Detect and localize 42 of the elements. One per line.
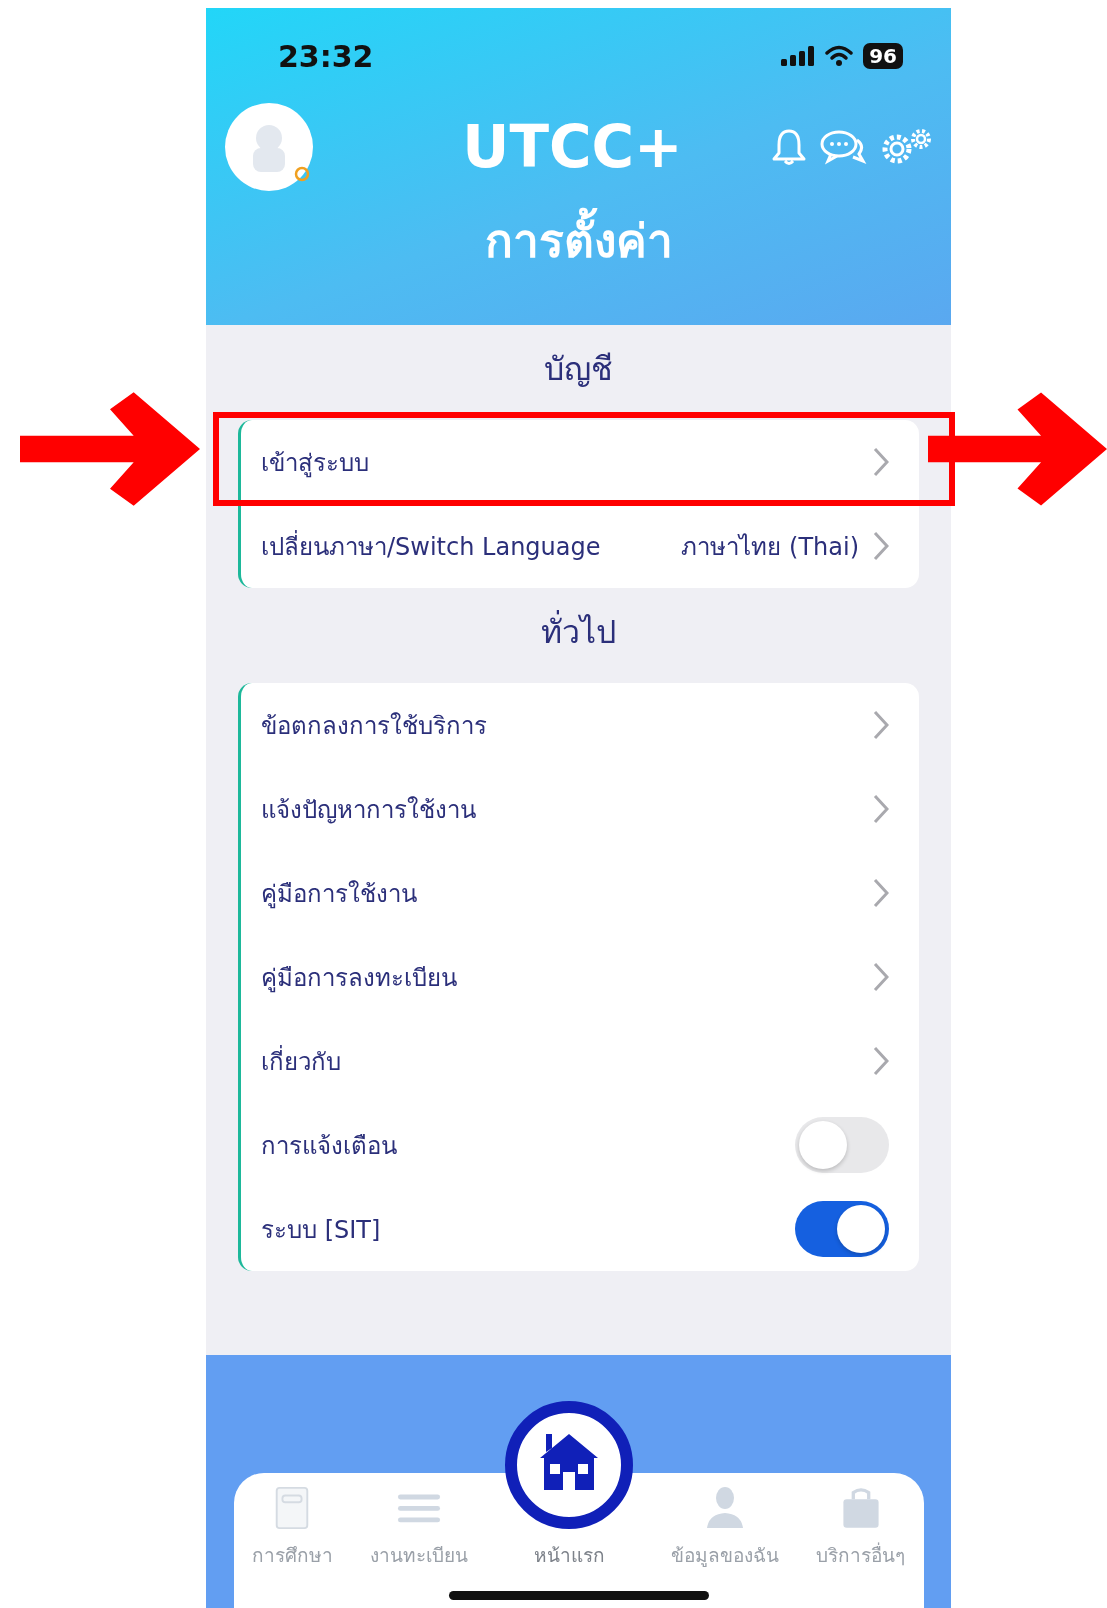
tab-item[interactable]: หน้าแรก [504, 1400, 635, 1570]
row-label: คู่มือการใช้งาน [261, 878, 418, 911]
row-label: ระบบ [SIT] [261, 1214, 382, 1246]
settings-row[interactable]: เกี่ยวกับ [241, 1019, 919, 1103]
section-title: ทั่วไป [238, 606, 919, 657]
settings-row[interactable]: เปลี่ยนภาษา/Switch Language ภาษาไทย (Thai) [241, 504, 919, 588]
row-label: เข้าสู่ระบบ [261, 447, 370, 480]
chevron-icon [873, 962, 889, 992]
chevron-icon [873, 531, 889, 561]
app-title: UTCC+ [461, 113, 684, 181]
chevron-icon [873, 710, 889, 740]
row-label: คู่มือการลงทะเบียน [261, 962, 458, 995]
settings-row[interactable]: การแจ้งเตือน [241, 1103, 919, 1187]
settings-row[interactable]: คู่มือการใช้งาน [241, 851, 919, 935]
page-title: การตั้งค่า [206, 204, 951, 277]
chevron-icon [873, 447, 889, 477]
settings-row[interactable]: ข้อตกลงการใช้บริการ [241, 683, 919, 767]
settings-row[interactable]: เข้าสู่ระบบ [241, 420, 919, 504]
row-label: เกี่ยวกับ [261, 1044, 342, 1078]
row-label: ข้อตกลงการใช้บริการ [261, 710, 488, 742]
status-time: 23:32 [278, 38, 374, 74]
section-title: บัญชี [543, 349, 614, 390]
toggle-switch[interactable] [795, 1117, 889, 1173]
row-label: เปลี่ยนภาษา/Switch Language [261, 529, 602, 563]
settings-row[interactable]: คู่มือการลงทะเบียน [241, 935, 919, 1019]
chat-icon[interactable] [819, 128, 867, 166]
arrow-icon [20, 392, 200, 506]
wifi-icon [825, 45, 854, 67]
arrow-icon [928, 392, 1107, 506]
bell-icon[interactable] [771, 127, 807, 167]
avatar-icon[interactable] [224, 102, 314, 192]
battery-level: 96 [863, 43, 903, 69]
settings-row[interactable]: ระบบ [SIT] [241, 1187, 919, 1271]
chevron-icon [873, 878, 889, 908]
row-value: ภาษาไทย (Thai) [681, 531, 859, 563]
settings-row[interactable]: แจ้งปัญหาการใช้งาน [241, 767, 919, 851]
signal-icon [781, 46, 816, 66]
chevron-icon [873, 1046, 889, 1076]
row-label: แจ้งปัญหาการใช้งาน [261, 794, 477, 826]
chevron-icon [873, 794, 889, 824]
row-label: การแจ้งเตือน [261, 1130, 398, 1162]
toggle-switch[interactable] [795, 1201, 889, 1257]
